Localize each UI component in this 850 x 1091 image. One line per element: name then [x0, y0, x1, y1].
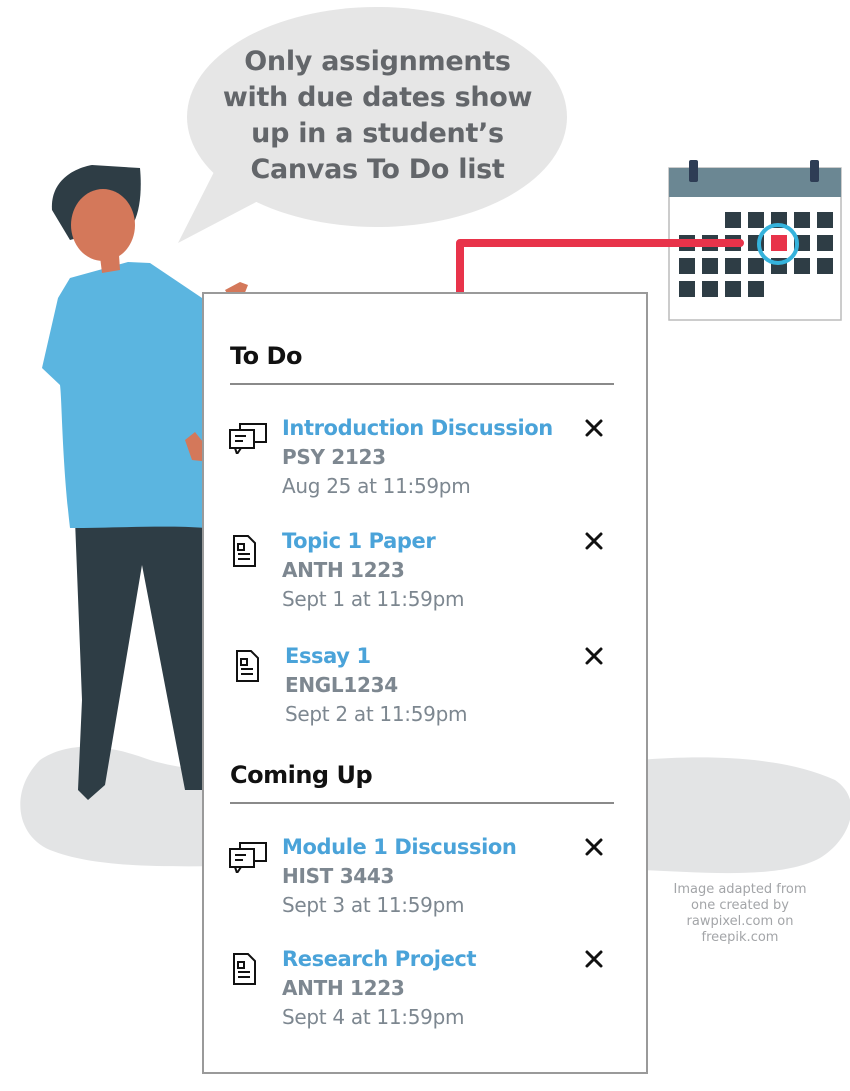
- coming-up-item[interactable]: Module 1 Discussion HIST 3443 Sept 3 at …: [226, 835, 616, 925]
- credit-line: rawpixel.com on: [686, 914, 794, 929]
- item-course: ENGL1234: [285, 673, 398, 697]
- close-icon[interactable]: [582, 416, 606, 440]
- close-icon[interactable]: [582, 947, 606, 971]
- calendar-day: [748, 212, 764, 228]
- credit-line: Image adapted from: [673, 882, 807, 897]
- speech-line: Canvas To Do list: [250, 154, 505, 185]
- todo-panel: To Do Introduction Discussion PSY 2123 A…: [202, 292, 648, 1074]
- item-due-date: Sept 1 at 11:59pm: [282, 587, 465, 611]
- calendar-day: [679, 258, 695, 274]
- calendar-day: [817, 235, 833, 251]
- close-icon[interactable]: [582, 529, 606, 553]
- item-course: ANTH 1223: [282, 558, 405, 582]
- calendar-day: [794, 212, 810, 228]
- section-divider: [230, 802, 614, 804]
- calendar-day: [725, 212, 741, 228]
- assignment-icon: [233, 535, 256, 567]
- item-course: HIST 3443: [282, 864, 395, 888]
- calendar-day: [702, 258, 718, 274]
- assignment-icon: [233, 953, 256, 985]
- item-due-date: Sept 4 at 11:59pm: [282, 1005, 465, 1029]
- item-course: ANTH 1223: [282, 976, 405, 1000]
- section-divider: [230, 383, 614, 385]
- item-course: PSY 2123: [282, 445, 386, 469]
- speech-line: with due dates show: [222, 82, 533, 113]
- calendar-day: [725, 281, 741, 297]
- speech-bubble-text: Only assignments with due dates show up …: [200, 44, 555, 188]
- section-title-coming-up: Coming Up: [230, 761, 373, 789]
- item-due-date: Aug 25 at 11:59pm: [282, 474, 471, 498]
- item-due-date: Sept 2 at 11:59pm: [285, 702, 468, 726]
- close-icon[interactable]: [582, 835, 606, 859]
- credit-line: one created by: [691, 898, 789, 913]
- calendar-day: [725, 258, 741, 274]
- speech-line: up in a student’s: [251, 118, 504, 149]
- speech-line: Only assignments: [244, 46, 511, 77]
- item-title-link[interactable]: Module 1 Discussion: [282, 835, 517, 859]
- calendar-day: [748, 281, 764, 297]
- credit-line: freepik.com: [701, 930, 779, 945]
- calendar-day: [817, 212, 833, 228]
- item-title-link[interactable]: Research Project: [282, 947, 477, 971]
- calendar-highlighted-day: [771, 235, 787, 251]
- image-credit: Image adapted from one created by rawpix…: [660, 882, 820, 946]
- calendar-day: [702, 281, 718, 297]
- coming-up-item[interactable]: Research Project ANTH 1223 Sept 4 at 11:…: [226, 947, 616, 1037]
- item-title-link[interactable]: Introduction Discussion: [282, 416, 553, 440]
- assignment-icon: [236, 650, 259, 682]
- section-title-todo: To Do: [230, 342, 302, 370]
- calendar-day: [794, 258, 810, 274]
- item-title-link[interactable]: Topic 1 Paper: [282, 529, 436, 553]
- discussion-icon: [229, 842, 267, 873]
- item-title-link[interactable]: Essay 1: [285, 644, 371, 668]
- item-due-date: Sept 3 at 11:59pm: [282, 893, 465, 917]
- calendar-day: [817, 258, 833, 274]
- discussion-icon: [229, 423, 267, 454]
- calendar-day: [748, 258, 764, 274]
- todo-item[interactable]: Introduction Discussion PSY 2123 Aug 25 …: [226, 416, 616, 506]
- calendar-day: [679, 281, 695, 297]
- todo-item[interactable]: Topic 1 Paper ANTH 1223 Sept 1 at 11:59p…: [226, 529, 616, 619]
- close-icon[interactable]: [582, 644, 606, 668]
- todo-item[interactable]: Essay 1 ENGL1234 Sept 2 at 11:59pm: [229, 644, 619, 734]
